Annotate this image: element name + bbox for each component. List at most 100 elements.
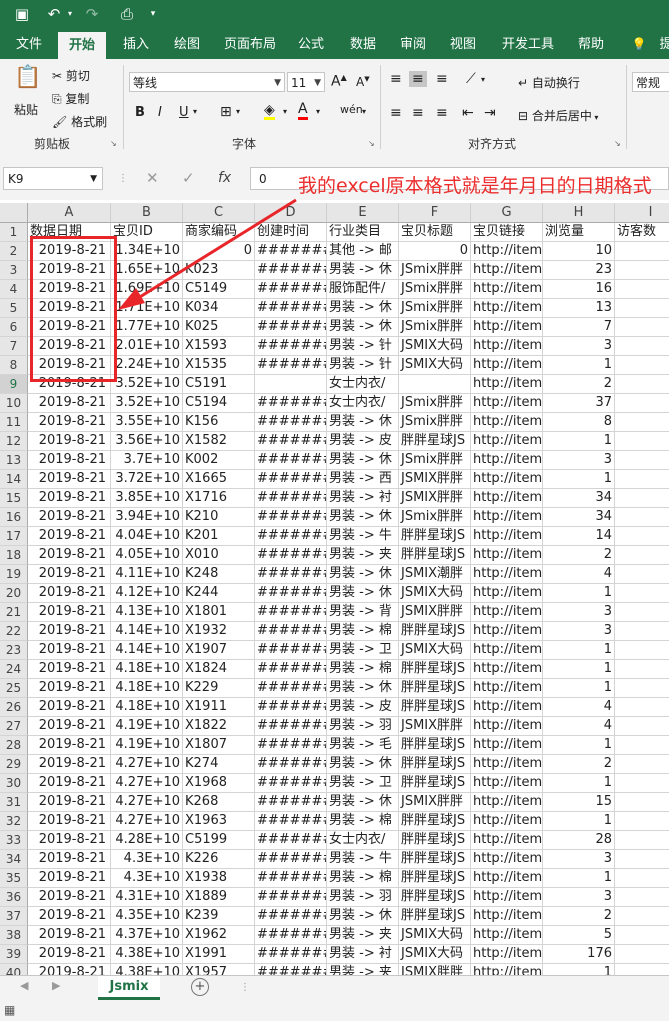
cell-I6[interactable] [615, 318, 669, 337]
save-icon[interactable]: ▣ [12, 4, 32, 24]
cell-E3[interactable]: 男装 -> 休 [327, 261, 399, 280]
align-center-icon[interactable]: ≡ [412, 105, 424, 121]
cell-A32[interactable]: 2019-8-21 [28, 812, 111, 831]
cell-B32[interactable]: 4.27E+10 [111, 812, 183, 831]
row-header[interactable]: 1 [0, 223, 28, 242]
cell-E39[interactable]: 男装 -> 衬 [327, 945, 399, 964]
cell-A27[interactable]: 2019-8-21 [28, 717, 111, 736]
cell-I40[interactable] [615, 964, 669, 975]
cell-F33[interactable]: 胖胖星球JS [399, 831, 471, 850]
cell-H32[interactable]: 1 [543, 812, 615, 831]
cell-C11[interactable]: K156 [183, 413, 255, 432]
dialog-launcher-icon[interactable]: ↘ [614, 139, 621, 148]
cell-B34[interactable]: 4.3E+10 [111, 850, 183, 869]
cell-B27[interactable]: 4.19E+10 [111, 717, 183, 736]
cell-A37[interactable]: 2019-8-21 [28, 907, 111, 926]
cell-H23[interactable]: 1 [543, 641, 615, 660]
cell-C21[interactable]: X1801 [183, 603, 255, 622]
cell-C31[interactable]: K268 [183, 793, 255, 812]
cell-F16[interactable]: JSmix胖胖 [399, 508, 471, 527]
cell-C35[interactable]: X1938 [183, 869, 255, 888]
cell-C5[interactable]: K034 [183, 299, 255, 318]
cell-A12[interactable]: 2019-8-21 [28, 432, 111, 451]
cell-H7[interactable]: 3 [543, 337, 615, 356]
cell-E29[interactable]: 男装 -> 休 [327, 755, 399, 774]
cell-C19[interactable]: K248 [183, 565, 255, 584]
cell-A26[interactable]: 2019-8-21 [28, 698, 111, 717]
cell-I35[interactable] [615, 869, 669, 888]
cell-F32[interactable]: 胖胖星球JS [399, 812, 471, 831]
cell-G25[interactable]: http://item [471, 679, 543, 698]
cell-H17[interactable]: 14 [543, 527, 615, 546]
font-size-select[interactable]: 11 ▼ [287, 72, 325, 92]
cell-F38[interactable]: JSMIX大码 [399, 926, 471, 945]
chevron-down-icon[interactable]: ▾ [481, 75, 485, 84]
cell-F11[interactable]: JSmix胖胖 [399, 413, 471, 432]
cell-G18[interactable]: http://item [471, 546, 543, 565]
cell-E5[interactable]: 男装 -> 休 [327, 299, 399, 318]
paste-icon[interactable]: 📋 [14, 65, 41, 90]
cell-H19[interactable]: 4 [543, 565, 615, 584]
cell-D31[interactable]: ####### [255, 793, 327, 812]
cell-B3[interactable]: 1.65E+10 [111, 261, 183, 280]
cell-C34[interactable]: K226 [183, 850, 255, 869]
cell-H26[interactable]: 4 [543, 698, 615, 717]
cell-F12[interactable]: 胖胖星球JS [399, 432, 471, 451]
cell-H8[interactable]: 1 [543, 356, 615, 375]
cell-B12[interactable]: 3.56E+10 [111, 432, 183, 451]
cell-F15[interactable]: JSMIX胖胖 [399, 489, 471, 508]
cell-H4[interactable]: 16 [543, 280, 615, 299]
cell-F23[interactable]: JSMIX大码 [399, 641, 471, 660]
cell-H40[interactable]: 1 [543, 964, 615, 975]
cell-B13[interactable]: 3.7E+10 [111, 451, 183, 470]
cell-G32[interactable]: http://item [471, 812, 543, 831]
cell-C8[interactable]: X1535 [183, 356, 255, 375]
cell-D30[interactable]: ####### [255, 774, 327, 793]
row-header[interactable]: 13 [0, 451, 28, 470]
row-header[interactable]: 4 [0, 280, 28, 299]
row-header[interactable]: 6 [0, 318, 28, 337]
row-header[interactable]: 25 [0, 679, 28, 698]
cell-G27[interactable]: http://item [471, 717, 543, 736]
row-header[interactable]: 8 [0, 356, 28, 375]
cell-F30[interactable]: 胖胖星球JS [399, 774, 471, 793]
cell-I28[interactable] [615, 736, 669, 755]
cell-C27[interactable]: X1822 [183, 717, 255, 736]
chevron-down-icon[interactable]: ▾ [362, 107, 366, 116]
cell-G15[interactable]: http://item [471, 489, 543, 508]
cell-I7[interactable] [615, 337, 669, 356]
cell-A23[interactable]: 2019-8-21 [28, 641, 111, 660]
cell-H37[interactable]: 2 [543, 907, 615, 926]
cell-H10[interactable]: 37 [543, 394, 615, 413]
row-header[interactable]: 15 [0, 489, 28, 508]
cell-C25[interactable]: K229 [183, 679, 255, 698]
tab-5[interactable]: 公式 [296, 30, 326, 59]
cell-H25[interactable]: 1 [543, 679, 615, 698]
cell-C7[interactable]: X1593 [183, 337, 255, 356]
font-name-select[interactable]: 等线 ▼ [129, 72, 285, 92]
row-header[interactable]: 27 [0, 717, 28, 736]
cell-I27[interactable] [615, 717, 669, 736]
cell-C12[interactable]: X1582 [183, 432, 255, 451]
cell-E31[interactable]: 男装 -> 休 [327, 793, 399, 812]
number-format-select[interactable]: 常规 [632, 72, 669, 92]
cell-H13[interactable]: 3 [543, 451, 615, 470]
cell-C17[interactable]: K201 [183, 527, 255, 546]
cell-C32[interactable]: X1963 [183, 812, 255, 831]
tab-6[interactable]: 数据 [348, 30, 378, 59]
row-header[interactable]: 32 [0, 812, 28, 831]
cell-D36[interactable]: ####### [255, 888, 327, 907]
shrink-font-button[interactable]: A▼ [356, 75, 370, 89]
column-header-G[interactable]: G [471, 203, 543, 223]
cell-C40[interactable]: X1957 [183, 964, 255, 975]
cell-H28[interactable]: 1 [543, 736, 615, 755]
merge-center-button[interactable]: ⊟ 合并后居中 ▾ [518, 107, 598, 124]
row-header[interactable]: 11 [0, 413, 28, 432]
row-header[interactable]: 24 [0, 660, 28, 679]
cell-F37[interactable]: 胖胖星球JS [399, 907, 471, 926]
cell-E28[interactable]: 男装 -> 毛 [327, 736, 399, 755]
cell-H15[interactable]: 34 [543, 489, 615, 508]
row-header[interactable]: 21 [0, 603, 28, 622]
cell-E7[interactable]: 男装 -> 针 [327, 337, 399, 356]
cell-H5[interactable]: 13 [543, 299, 615, 318]
